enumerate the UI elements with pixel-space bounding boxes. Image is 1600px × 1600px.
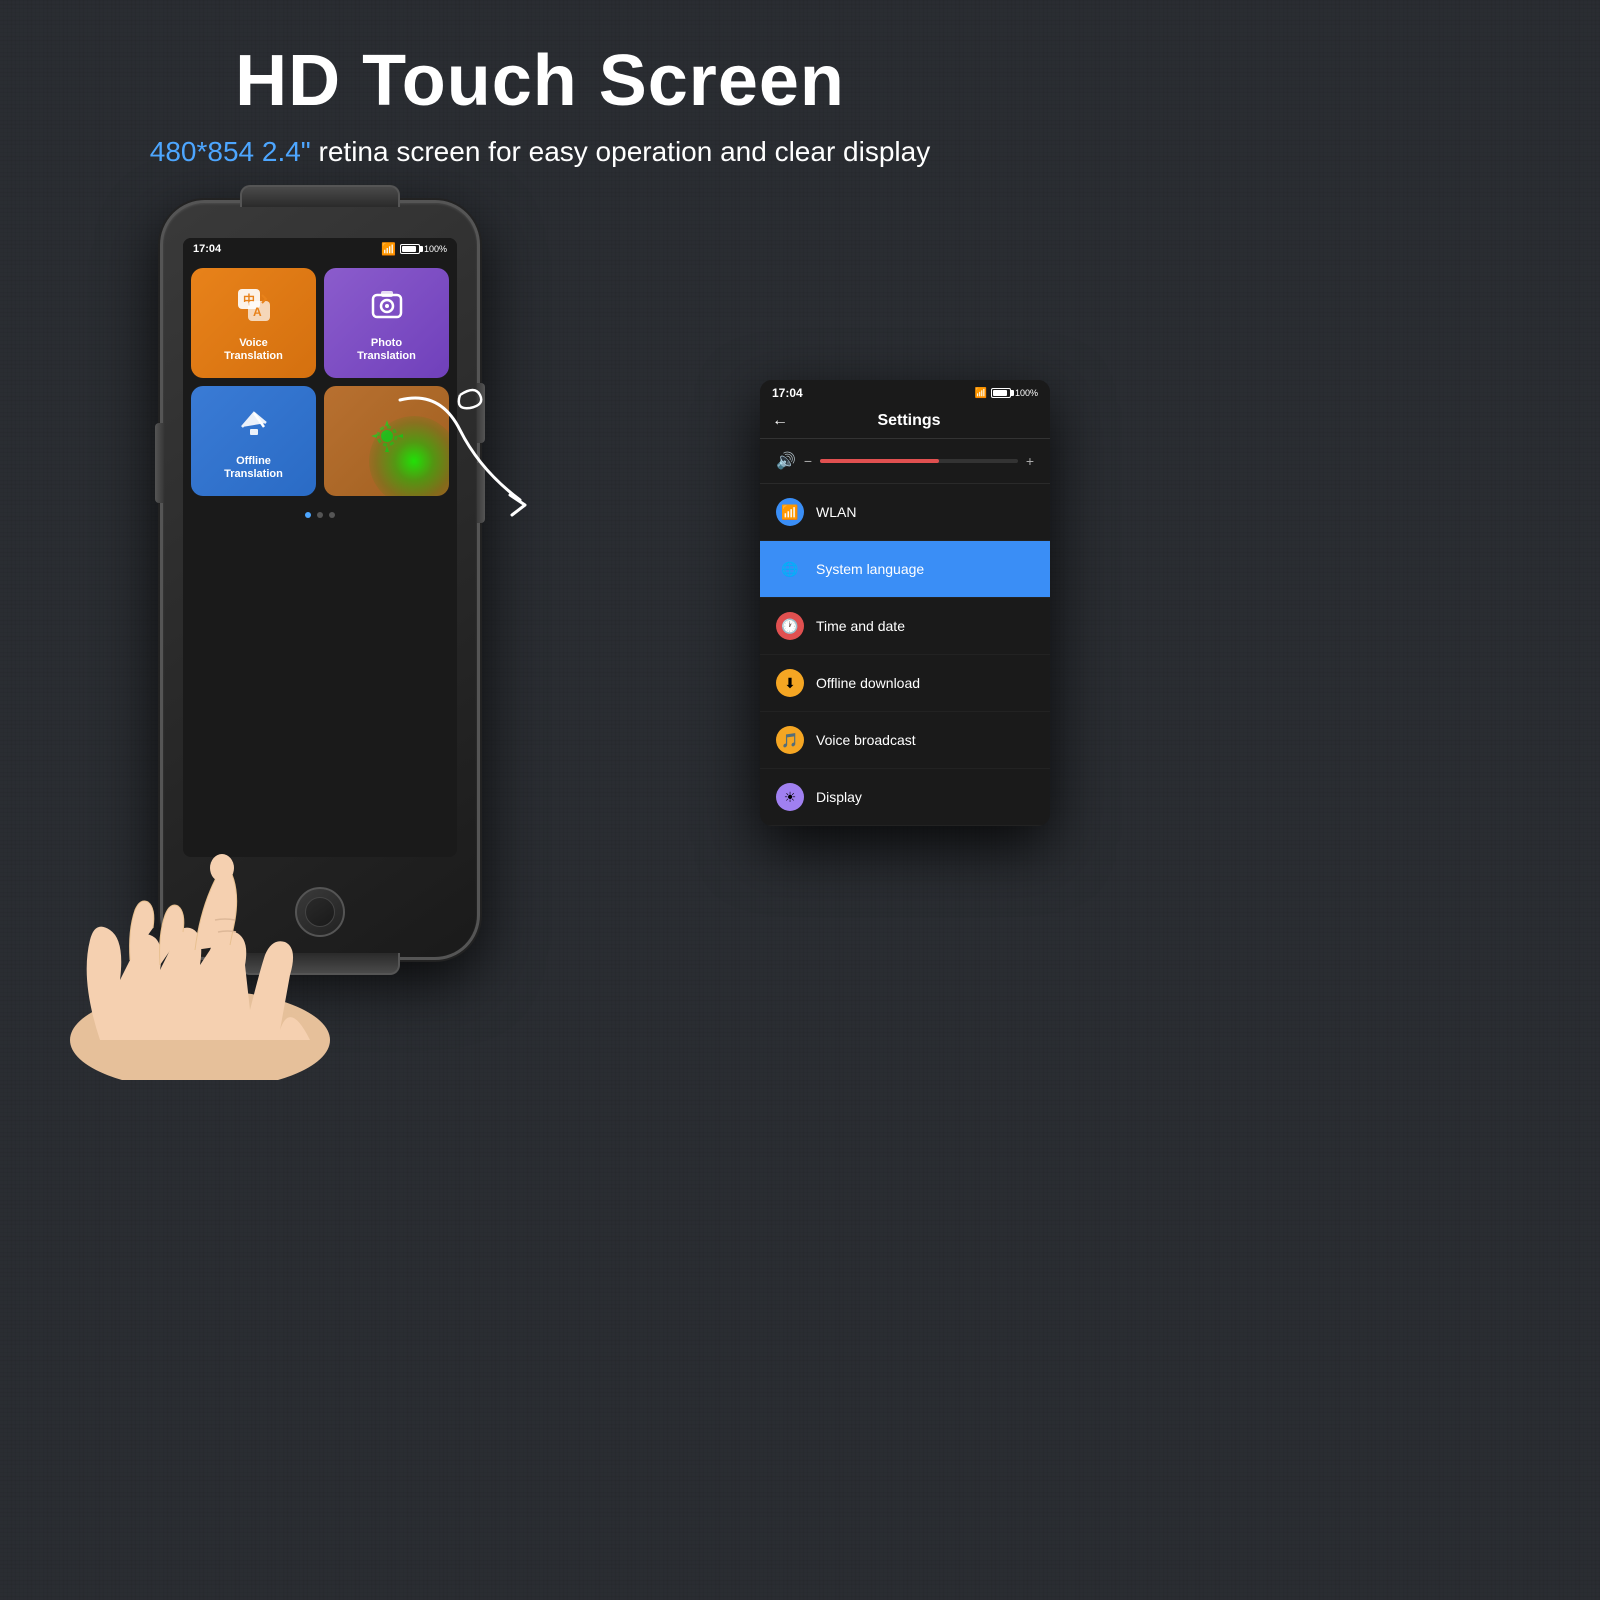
volume-plus-button[interactable]: + xyxy=(1026,453,1034,469)
wlan-icon: 📶 xyxy=(776,498,804,526)
subtitle-highlight: 480*854 2.4" xyxy=(150,136,311,167)
battery-fill xyxy=(402,246,416,252)
app-tile-photo[interactable]: PhotoTranslation xyxy=(324,268,449,378)
battery-icon xyxy=(400,244,420,254)
voice-broadcast-icon: 🎵 xyxy=(776,726,804,754)
volume-row: 🔊 − + xyxy=(760,439,1050,484)
photo-translation-label: PhotoTranslation xyxy=(357,337,416,363)
status-bar: 17:04 📶 100% xyxy=(183,238,457,260)
volume-icon: 🔊 xyxy=(776,451,796,471)
status-icons: 📶 100% xyxy=(381,242,447,256)
system-language-label: System language xyxy=(816,561,924,577)
dot-2 xyxy=(317,512,323,518)
settings-panel: 17:04 📶 100% ← Settings 🔊 − + 📶 WLAN 🌐 S… xyxy=(760,380,1050,826)
settings-wifi-icon: 📶 xyxy=(975,388,987,399)
system-language-icon: 🌐 xyxy=(776,555,804,583)
phone-top-cap xyxy=(240,185,400,207)
wifi-status-icon: 📶 xyxy=(381,242,396,256)
header-section: HD Touch Screen 480*854 2.4" retina scre… xyxy=(0,0,1080,171)
settings-title: Settings xyxy=(800,412,1018,430)
time-date-label: Time and date xyxy=(816,618,905,634)
arrow-decoration xyxy=(380,380,580,540)
settings-item-system-language[interactable]: 🌐 System language xyxy=(760,541,1050,598)
battery-pct: 100% xyxy=(424,244,447,254)
photo-translation-icon xyxy=(369,287,405,331)
offline-translation-icon xyxy=(236,405,272,449)
dot-3 xyxy=(329,512,335,518)
subtitle: 480*854 2.4" retina screen for easy oper… xyxy=(0,132,1080,171)
settings-item-display[interactable]: ☀ Display xyxy=(760,769,1050,826)
wlan-label: WLAN xyxy=(816,504,856,520)
subtitle-rest: retina screen for easy operation and cle… xyxy=(319,136,931,167)
voice-translation-label: VoiceTranslation xyxy=(224,337,283,363)
main-title: HD Touch Screen xyxy=(0,40,1080,122)
settings-status-bar: 17:04 📶 100% xyxy=(760,380,1050,404)
settings-time: 17:04 xyxy=(772,386,803,400)
settings-battery-fill xyxy=(993,390,1007,396)
voice-translation-icon: 中 A xyxy=(236,287,272,331)
settings-battery xyxy=(991,388,1011,398)
side-button-left xyxy=(155,423,163,503)
volume-fill xyxy=(820,459,939,463)
settings-header: ← Settings xyxy=(760,404,1050,439)
status-time: 17:04 xyxy=(193,243,221,255)
settings-item-wlan[interactable]: 📶 WLAN xyxy=(760,484,1050,541)
settings-back-button[interactable]: ← xyxy=(772,412,788,430)
offline-translation-label: OfflineTranslation xyxy=(224,455,283,481)
dot-1 xyxy=(305,512,311,518)
app-tile-offline[interactable]: OfflineTranslation xyxy=(191,386,316,496)
settings-status-icons: 📶 100% xyxy=(975,388,1038,399)
voice-broadcast-label: Voice broadcast xyxy=(816,732,916,748)
offline-download-label: Offline download xyxy=(816,675,920,691)
svg-text:A: A xyxy=(253,305,262,319)
volume-slider[interactable] xyxy=(820,459,1018,463)
settings-item-offline-download[interactable]: ⬇ Offline download xyxy=(760,655,1050,712)
settings-battery-pct: 100% xyxy=(1015,388,1038,398)
settings-item-time-date[interactable]: 🕐 Time and date xyxy=(760,598,1050,655)
offline-download-icon: ⬇ xyxy=(776,669,804,697)
volume-minus-button[interactable]: − xyxy=(804,453,812,469)
app-tile-voice[interactable]: 中 A VoiceTranslation xyxy=(191,268,316,378)
time-date-icon: 🕐 xyxy=(776,612,804,640)
display-label: Display xyxy=(816,789,862,805)
display-icon: ☀ xyxy=(776,783,804,811)
hand-image xyxy=(0,660,480,1080)
settings-item-voice-broadcast[interactable]: 🎵 Voice broadcast xyxy=(760,712,1050,769)
